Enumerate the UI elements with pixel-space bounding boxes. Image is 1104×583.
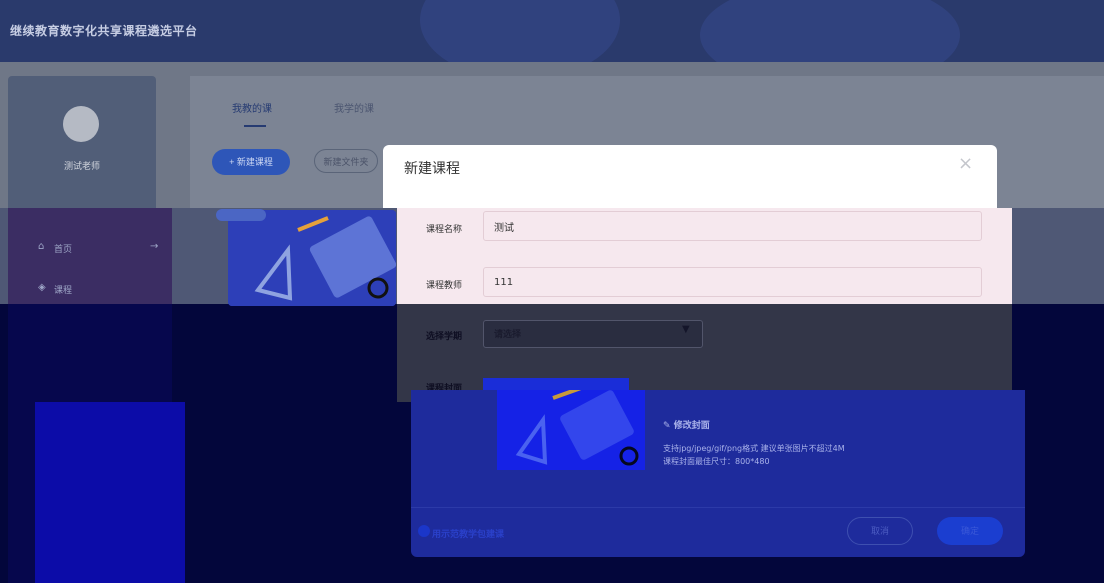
confirm-button[interactable]: 确定 <box>937 517 1003 545</box>
course-name-label: 课程名称 <box>426 225 463 235</box>
edit-cover-link[interactable]: ✎ 修改封面 <box>663 418 710 431</box>
course-icon: ◈ <box>38 282 46 293</box>
edit-icon: ✎ <box>663 421 674 431</box>
cover-size-hint: 课程封面最佳尺寸：800*480 <box>663 457 770 466</box>
cancel-button[interactable]: 取消 <box>847 517 913 545</box>
close-icon[interactable]: × <box>958 154 973 174</box>
teacher-name: 测试老师 <box>63 162 100 172</box>
demo-package-link[interactable]: 用示范教学包建课 <box>432 527 504 540</box>
sidebar-highlight <box>35 402 185 583</box>
tab-teaching[interactable]: 我教的课 <box>232 100 272 115</box>
course-name-field[interactable] <box>483 211 982 241</box>
course-cover-illustration <box>228 210 396 306</box>
arrow-right-icon: → <box>150 241 159 252</box>
sidebar-item-course[interactable]: 课程 <box>54 283 72 296</box>
package-icon <box>418 525 430 537</box>
sidebar-item-home[interactable]: 首页 <box>54 242 72 255</box>
card-tag <box>216 209 266 221</box>
chevron-down-icon: ▼ <box>682 324 690 335</box>
profile-card <box>8 76 156 224</box>
cover-preview[interactable] <box>497 390 645 470</box>
cover-format-hint: 支持jpg/jpeg/gif/png格式 建议单张图片不超过4M <box>663 444 845 453</box>
cover-illustration <box>497 390 645 470</box>
tab-learning[interactable]: 我学的课 <box>334 100 374 115</box>
modal-header <box>383 145 997 208</box>
home-icon: ⌂ <box>38 241 45 252</box>
new-folder-button[interactable]: 新建文件夹 <box>314 149 378 173</box>
edit-cover-label: 修改封面 <box>673 421 710 431</box>
platform-title: 继续教育数字化共享课程遴选平台 <box>10 24 198 38</box>
semester-placeholder: 请选择 <box>494 330 522 340</box>
new-course-button[interactable]: + 新建课程 <box>212 149 290 175</box>
teacher-field[interactable] <box>483 267 982 297</box>
avatar[interactable] <box>63 106 99 142</box>
modal-title: 新建课程 <box>404 161 460 177</box>
course-card[interactable] <box>228 210 396 306</box>
teacher-label: 课程教师 <box>426 281 463 291</box>
footer-divider <box>411 507 1025 508</box>
semester-label: 选择学期 <box>426 332 463 342</box>
active-tab-indicator <box>244 125 266 127</box>
